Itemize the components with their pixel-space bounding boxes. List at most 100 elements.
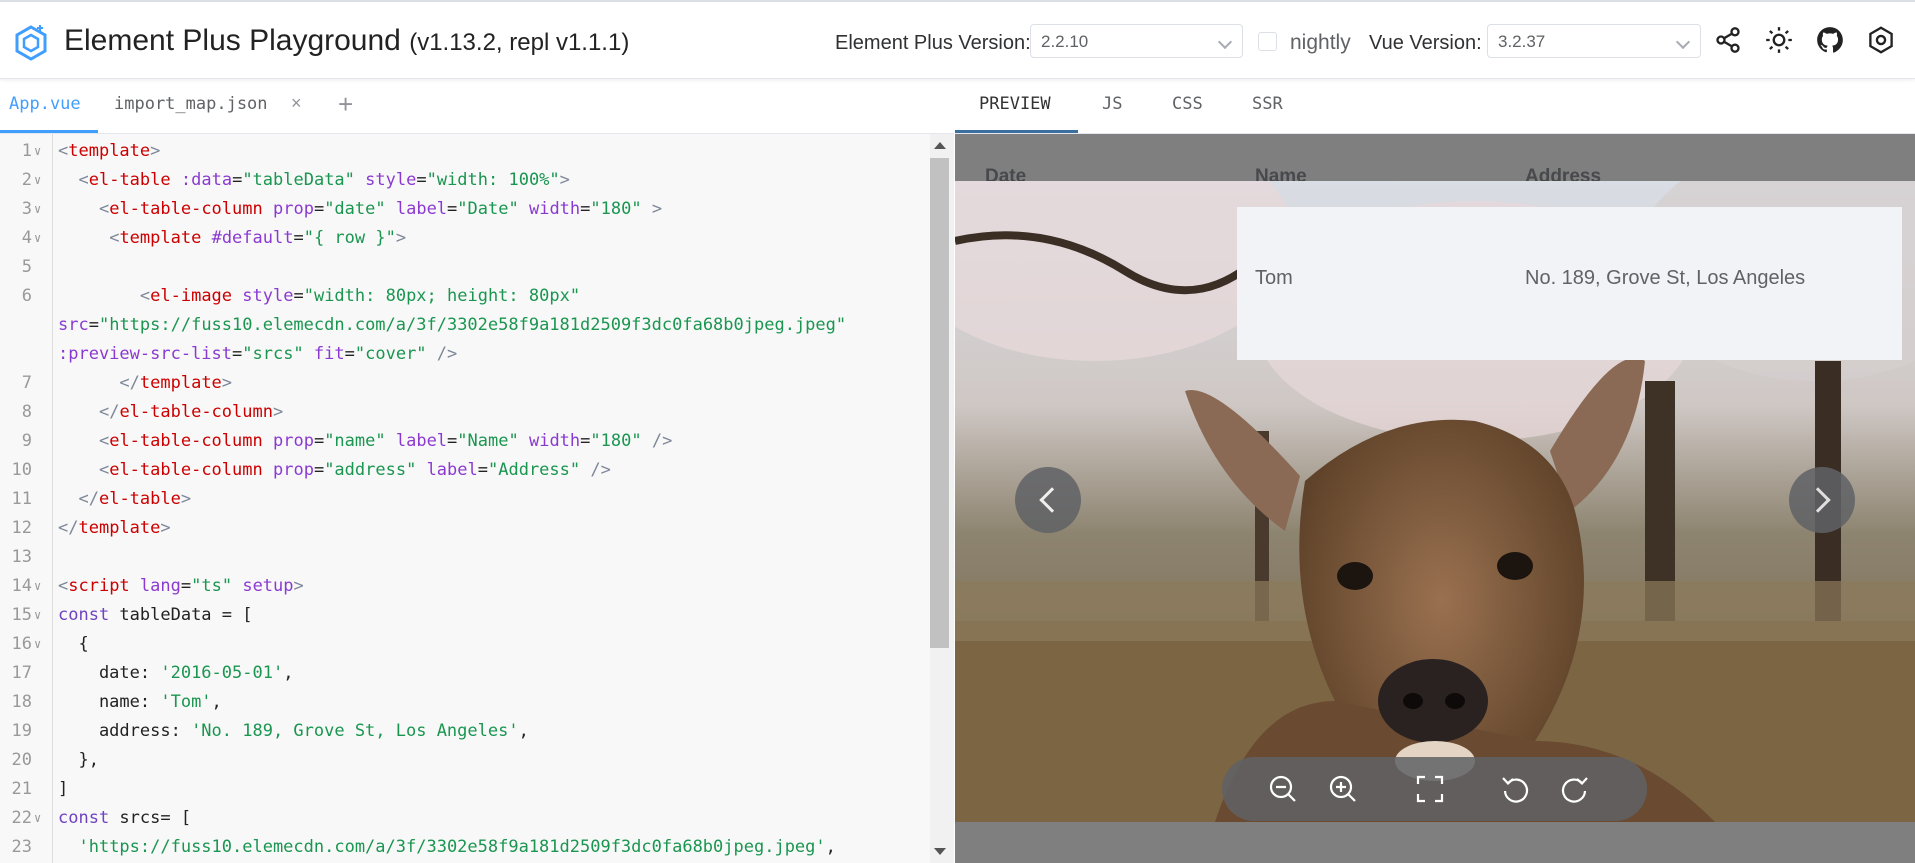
- code-line[interactable]: 21]: [0, 775, 930, 804]
- share-icon[interactable]: [1714, 26, 1742, 54]
- code-line[interactable]: 4 ∨ <template #default="{ row }">: [0, 224, 930, 253]
- code-line[interactable]: 3 ∨ <el-table-column prop="date" label="D…: [0, 195, 930, 224]
- code-line[interactable]: 20 },: [0, 746, 930, 775]
- element-plus-version-select[interactable]: 2.2.10: [1030, 24, 1243, 58]
- code-token: =: [344, 344, 355, 364]
- editor-scrollbar[interactable]: [930, 134, 954, 863]
- code-line[interactable]: 7 </template>: [0, 369, 930, 398]
- fold-chevron-icon[interactable]: ∨: [34, 224, 41, 253]
- code-token: ,: [518, 721, 529, 741]
- code-line[interactable]: 15 ∨ const tableData = [: [0, 601, 930, 630]
- sun-icon[interactable]: [1765, 26, 1793, 54]
- fullscreen-icon[interactable]: [1415, 774, 1445, 804]
- code-line[interactable]: 23 'https://fuss10.elemecdn.com/a/3f/330…: [0, 833, 930, 862]
- next-image-button[interactable]: [1789, 467, 1855, 533]
- code-line[interactable]: 8 </el-table-column>: [0, 398, 930, 427]
- scroll-up-arrow-icon[interactable]: [934, 142, 946, 149]
- code-text: <template>: [58, 137, 160, 166]
- zoom-out-icon[interactable]: [1268, 774, 1298, 804]
- fold-chevron-icon[interactable]: ∨: [34, 137, 41, 166]
- code-line[interactable]: 19 address: 'No. 189, Grove St, Los Ange…: [0, 717, 930, 746]
- code-token: <: [98, 431, 110, 451]
- code-text: const srcs= [: [58, 804, 191, 833]
- code-line[interactable]: 17 date: '2016-05-01',: [0, 659, 930, 688]
- code-line[interactable]: src="https://fuss10.elemecdn.com/a/3f/33…: [0, 311, 930, 340]
- code-token: ,: [211, 692, 222, 712]
- close-icon[interactable]: ×: [291, 93, 302, 114]
- code-line[interactable]: 5: [0, 253, 930, 282]
- code-token: >: [150, 141, 161, 161]
- app-title: Element Plus Playground (v1.13.2, repl v…: [64, 24, 629, 58]
- code-token: el-image: [150, 286, 233, 306]
- fold-chevron-icon[interactable]: ∨: [34, 166, 41, 195]
- code-line[interactable]: 12 </template>: [0, 514, 930, 543]
- code-token: <: [139, 286, 151, 306]
- nightly-checkbox[interactable]: [1258, 32, 1277, 51]
- code-token: "date": [324, 199, 386, 219]
- code-token: el-table: [88, 170, 171, 190]
- code-line[interactable]: 1 ∨ <template>: [0, 137, 930, 166]
- fold-chevron-icon[interactable]: ∨: [34, 804, 41, 833]
- zoom-in-icon[interactable]: [1328, 774, 1358, 804]
- code-token: =: [293, 286, 304, 306]
- code-token: 'https://fuss10.elemecdn.com/a/3f/3302e5…: [78, 837, 826, 857]
- code-line[interactable]: 16 ∨ {: [0, 630, 930, 659]
- github-icon[interactable]: [1816, 26, 1844, 54]
- code-area[interactable]: 1 ∨ <template> 2 ∨ <el-table :data="tableDat…: [0, 134, 930, 863]
- line-number: 12: [11, 518, 32, 538]
- tab-ssr[interactable]: SSR: [1252, 94, 1283, 114]
- prev-image-button[interactable]: [1015, 467, 1081, 533]
- fold-chevron-icon[interactable]: ∨: [34, 601, 41, 630]
- code-line[interactable]: 10 <el-table-column prop="address" label…: [0, 456, 930, 485]
- rotate-right-icon[interactable]: [1560, 774, 1590, 804]
- code-token: </: [98, 402, 120, 422]
- code-token: <: [78, 170, 89, 190]
- line-number: 6: [21, 286, 32, 306]
- code-line[interactable]: 22 ∨ const srcs= [: [0, 804, 930, 833]
- code-line[interactable]: 6 <el-image style="width: 80px; height: …: [0, 282, 930, 311]
- code-line[interactable]: 13: [0, 543, 930, 572]
- scrollbar-thumb[interactable]: [930, 158, 949, 648]
- code-text: <template #default="{ row }">: [58, 224, 406, 253]
- tab-preview[interactable]: PREVIEW: [979, 94, 1051, 114]
- code-token: =: [416, 170, 427, 190]
- code-token: =: [232, 170, 243, 190]
- code-token: #default: [211, 228, 294, 248]
- code-line[interactable]: 14 ∨ <script lang="ts" setup>: [0, 572, 930, 601]
- fold-chevron-icon[interactable]: ∨: [34, 572, 41, 601]
- scroll-down-arrow-icon[interactable]: [934, 848, 946, 855]
- code-line[interactable]: :preview-src-list="srcs" fit="cover" />: [0, 340, 930, 369]
- tab-css[interactable]: CSS: [1172, 94, 1203, 114]
- code-token: />: [590, 460, 611, 480]
- nightly-label[interactable]: nightly: [1290, 31, 1351, 55]
- add-file-icon[interactable]: +: [338, 89, 353, 120]
- code-token: template: [139, 373, 222, 393]
- code-token: src: [58, 315, 89, 335]
- code-text: },: [58, 746, 98, 775]
- tab-app-vue[interactable]: App.vue: [9, 94, 81, 114]
- code-line[interactable]: 2 ∨ <el-table :data="tableData" style="wi…: [0, 166, 930, 195]
- tab-js[interactable]: JS: [1102, 94, 1122, 114]
- vue-version-select[interactable]: 3.2.37: [1487, 24, 1701, 58]
- rotate-left-icon[interactable]: [1500, 774, 1530, 804]
- settings-icon[interactable]: [1867, 26, 1895, 54]
- code-line[interactable]: 9 <el-table-column prop="name" label="Na…: [0, 427, 930, 456]
- code-token: label: [395, 431, 448, 451]
- code-text: ]: [58, 775, 68, 804]
- fold-chevron-icon[interactable]: ∨: [34, 195, 41, 224]
- code-line[interactable]: 11 </el-table>: [0, 485, 930, 514]
- tab-import-map-json[interactable]: import_map.json: [114, 94, 268, 114]
- code-token: lang: [139, 576, 181, 596]
- code-line[interactable]: 18 name: 'Tom',: [0, 688, 930, 717]
- line-number: 20: [11, 750, 32, 770]
- code-token: 'Tom': [160, 692, 212, 712]
- image-viewer-toolbar: [1222, 757, 1647, 821]
- code-token: "https://fuss10.elemecdn.com/a/3f/3302e5…: [98, 315, 847, 335]
- fold-chevron-icon[interactable]: ∨: [34, 630, 41, 659]
